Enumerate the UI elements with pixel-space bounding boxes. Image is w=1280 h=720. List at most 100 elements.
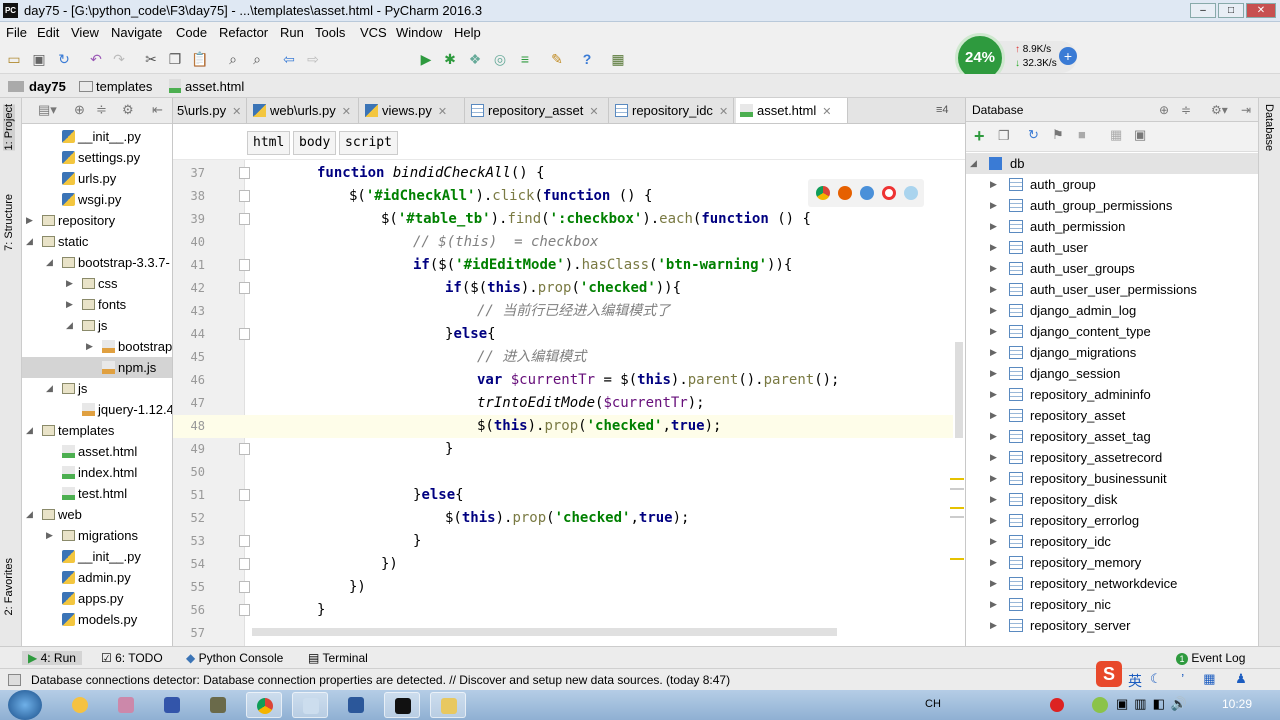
concurrency-icon[interactable]: ≡ — [516, 51, 534, 67]
settings-icon[interactable]: ✎ — [548, 51, 566, 67]
menu-edit[interactable]: Edit — [37, 25, 59, 40]
collapsed-arrow-icon[interactable]: ▶ — [990, 447, 997, 468]
taskbar-explorer[interactable] — [430, 692, 466, 718]
stop-icon[interactable]: ■ — [1078, 127, 1086, 142]
breadcrumb-folder[interactable]: templates — [96, 79, 152, 94]
close-button[interactable]: ✕ — [1246, 3, 1276, 18]
fold-marker-icon[interactable] — [239, 259, 250, 271]
breadcrumb-project[interactable]: day75 — [29, 79, 66, 94]
close-tab-icon[interactable]: ✕ — [232, 106, 241, 118]
maximize-button[interactable]: □ — [1218, 3, 1244, 18]
error-stripe-mark[interactable] — [950, 507, 964, 509]
tree-item[interactable]: ▶ css — [22, 273, 172, 294]
chrome-icon[interactable] — [816, 186, 830, 200]
database-tool-tab[interactable]: Database — [1263, 104, 1275, 151]
editor-tab[interactable]: repository_idc ✕ — [611, 98, 734, 123]
tray-record-icon[interactable] — [1050, 698, 1064, 712]
sogou-ime-icon[interactable]: S — [1096, 661, 1122, 687]
hide-icon[interactable]: ⇤ — [152, 102, 163, 118]
db-table-item[interactable]: ▶ auth_group — [966, 174, 1259, 195]
project-tool-tab[interactable]: 1: Project — [3, 104, 15, 151]
run-icon[interactable]: ▶ — [417, 51, 435, 67]
close-tab-icon[interactable]: ✕ — [438, 106, 447, 118]
tree-item[interactable]: ◢ static — [22, 231, 172, 252]
close-tab-icon[interactable]: ✕ — [589, 106, 598, 118]
collapsed-arrow-icon[interactable]: ▶ — [86, 336, 93, 357]
collapsed-arrow-icon[interactable]: ▶ — [990, 384, 997, 405]
fold-marker-icon[interactable] — [239, 604, 250, 616]
error-stripe-mark[interactable] — [950, 488, 964, 490]
db-table-item[interactable]: ▶ repository_asset_tag — [966, 426, 1259, 447]
collapsed-arrow-icon[interactable]: ▶ — [990, 279, 997, 300]
code-line[interactable]: 47 trIntoEditMode($currentTr); — [173, 392, 953, 415]
editor-tab[interactable]: asset.html ✕ — [736, 98, 848, 123]
collapsed-arrow-icon[interactable]: ▶ — [66, 273, 73, 294]
code-line[interactable]: 48 $(this).prop('checked',true); — [173, 415, 953, 438]
language-indicator[interactable]: CH — [925, 698, 941, 710]
collapsed-arrow-icon[interactable]: ▶ — [990, 258, 997, 279]
expanded-arrow-icon[interactable]: ◢ — [66, 315, 73, 336]
db-table-item[interactable]: ▶ repository_server — [966, 615, 1259, 636]
editor-tab[interactable]: 5\urls.py ✕ — [173, 98, 247, 123]
fold-marker-icon[interactable] — [239, 167, 250, 179]
collapsed-arrow-icon[interactable]: ▶ — [990, 342, 997, 363]
tree-item[interactable]: test.html — [22, 483, 172, 504]
menu-vcs[interactable]: VCS — [360, 25, 387, 40]
code-line[interactable]: 44}else{ — [173, 323, 953, 346]
code-line[interactable]: 52 $(this).prop('checked',true); — [173, 507, 953, 530]
ie-icon[interactable] — [904, 186, 918, 200]
python-console-tab[interactable]: ◆ Python Console — [186, 651, 283, 665]
close-tab-icon[interactable]: ✕ — [719, 106, 728, 118]
todo-tool-tab[interactable]: ☑ 6: TODO — [101, 651, 163, 665]
db-table-item[interactable]: ▶ repository_businessunit — [966, 468, 1259, 489]
code-line[interactable]: 50 — [173, 461, 953, 484]
error-stripe-mark[interactable] — [950, 558, 964, 560]
paste-icon[interactable]: 📋 — [191, 51, 209, 67]
fold-marker-icon[interactable] — [239, 489, 250, 501]
sdk-manager-icon[interactable]: ▦ — [609, 51, 627, 67]
menu-file[interactable]: File — [6, 25, 27, 40]
tree-item[interactable]: index.html — [22, 462, 172, 483]
run-tool-tab[interactable]: ▶ 4: Run — [22, 651, 82, 665]
editor-tab[interactable]: web\urls.py ✕ — [249, 98, 359, 123]
db-table-item[interactable]: ▶ repository_admininfo — [966, 384, 1259, 405]
close-tab-icon[interactable]: ✕ — [342, 106, 351, 118]
start-button[interactable] — [8, 690, 42, 720]
tree-item[interactable]: urls.py — [22, 168, 172, 189]
hide-icon[interactable]: ⇥ — [1241, 98, 1251, 122]
db-table-item[interactable]: ▶ repository_idc — [966, 531, 1259, 552]
db-table-item[interactable]: ▶ repository_errorlog — [966, 510, 1259, 531]
db-table-item[interactable]: ▶ repository_assetrecord — [966, 447, 1259, 468]
fold-marker-icon[interactable] — [239, 213, 250, 225]
tree-item[interactable]: apps.py — [22, 588, 172, 609]
code-line[interactable]: 46 var $currentTr = $(this).parent().pare… — [173, 369, 953, 392]
save-icon[interactable]: ▣ — [30, 51, 48, 67]
expanded-arrow-icon[interactable]: ◢ — [46, 252, 53, 273]
collapsed-arrow-icon[interactable]: ▶ — [990, 300, 997, 321]
replace-icon[interactable]: ⌕ — [248, 51, 266, 67]
tree-item[interactable]: ▶ migrations — [22, 525, 172, 546]
db-table-item[interactable]: ▶ auth_user_user_permissions — [966, 279, 1259, 300]
menu-run[interactable]: Run — [280, 25, 304, 40]
tree-item[interactable]: __init__.py — [22, 126, 172, 147]
taskbar-pycharm[interactable] — [384, 692, 420, 718]
code-line[interactable]: 49} — [173, 438, 953, 461]
tree-item[interactable]: asset.html — [22, 441, 172, 462]
code-line[interactable]: 39 $('#table_tb').find(':checkbox').each(… — [173, 208, 953, 231]
collapsed-arrow-icon[interactable]: ▶ — [990, 321, 997, 342]
collapsed-arrow-icon[interactable]: ▶ — [46, 525, 53, 546]
collapsed-arrow-icon[interactable]: ▶ — [990, 615, 997, 636]
tree-item[interactable]: ▶ fonts — [22, 294, 172, 315]
db-table-item[interactable]: ▶ repository_memory — [966, 552, 1259, 573]
db-table-item[interactable]: ▶ repository_disk — [966, 489, 1259, 510]
tree-item[interactable]: ◢ js — [22, 315, 172, 336]
expanded-arrow-icon[interactable]: ◢ — [26, 504, 33, 525]
collapsed-arrow-icon[interactable]: ▶ — [990, 552, 997, 573]
menu-tools[interactable]: Tools — [315, 25, 345, 40]
taskbar-word[interactable] — [338, 692, 374, 718]
fold-marker-icon[interactable] — [239, 443, 250, 455]
collapsed-arrow-icon[interactable]: ▶ — [990, 510, 997, 531]
fold-marker-icon[interactable] — [239, 282, 250, 294]
code-line[interactable]: 41 if($('#idEditMode').hasClass('btn-warn… — [173, 254, 953, 277]
collapsed-arrow-icon[interactable]: ▶ — [990, 216, 997, 237]
